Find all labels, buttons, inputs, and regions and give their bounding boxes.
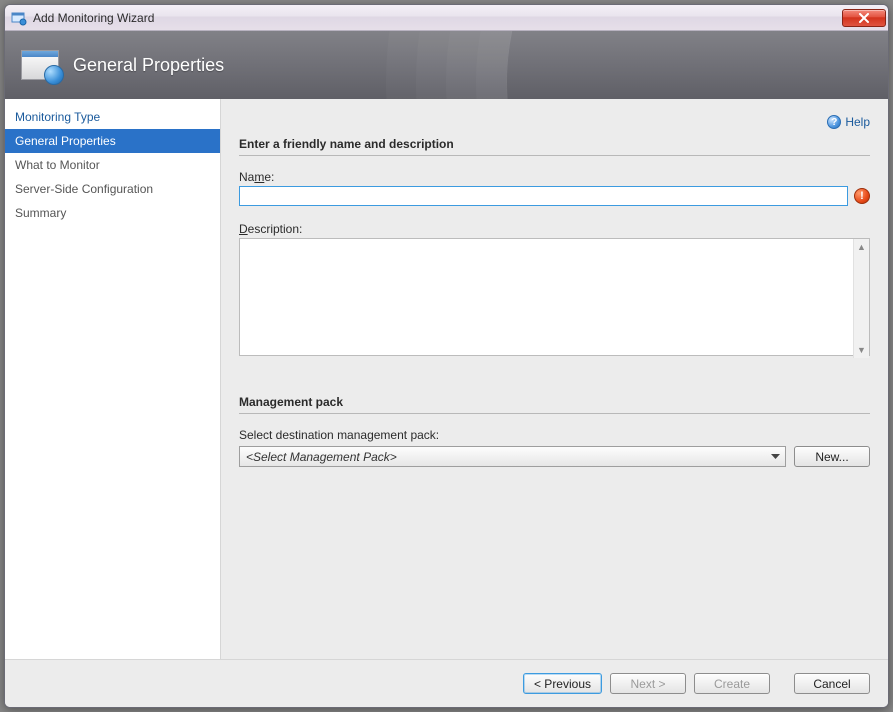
new-mp-button-label: New... <box>815 450 848 464</box>
create-button-label: Create <box>714 677 750 691</box>
sidebar-item-monitoring-type[interactable]: Monitoring Type <box>5 105 220 129</box>
previous-button[interactable]: < Previous <box>523 673 602 694</box>
section-header-mp: Management pack <box>239 395 870 414</box>
footer: < Previous Next > Create Cancel <box>5 659 888 707</box>
sidebar-item-what-to-monitor[interactable]: What to Monitor <box>5 153 220 177</box>
sidebar-item-summary[interactable]: Summary <box>5 201 220 225</box>
wizard-window: Add Monitoring Wizard General Properties… <box>4 4 889 708</box>
banner-title: General Properties <box>73 55 224 76</box>
mp-combobox[interactable]: <Select Management Pack> <box>239 446 786 467</box>
name-row: ! <box>239 186 870 206</box>
create-button[interactable]: Create <box>694 673 770 694</box>
name-label: Name: <box>239 170 870 184</box>
app-icon <box>11 10 27 26</box>
mp-combobox-text: <Select Management Pack> <box>246 450 766 464</box>
banner: General Properties <box>5 31 888 99</box>
section-header-friendly: Enter a friendly name and description <box>239 137 870 156</box>
sidebar: Monitoring Type General Properties What … <box>5 99 221 659</box>
sidebar-item-general-properties[interactable]: General Properties <box>5 129 220 153</box>
mp-row: <Select Management Pack> New... <box>239 446 870 467</box>
help-icon: ? <box>827 115 841 129</box>
scroll-up-icon: ▲ <box>854 239 869 255</box>
validation-error-icon: ! <box>854 188 870 204</box>
wizard-body: Monitoring Type General Properties What … <box>5 99 888 659</box>
name-input[interactable] <box>239 186 848 206</box>
description-label: Description: <box>239 222 870 236</box>
banner-icon <box>21 50 59 80</box>
titlebar: Add Monitoring Wizard <box>5 5 888 31</box>
sidebar-item-server-side-configuration[interactable]: Server-Side Configuration <box>5 177 220 201</box>
window-title: Add Monitoring Wizard <box>33 11 842 25</box>
previous-button-label: < Previous <box>534 677 591 691</box>
content-panel: ? Help Enter a friendly name and descrip… <box>221 99 888 659</box>
cancel-button[interactable]: Cancel <box>794 673 870 694</box>
next-button[interactable]: Next > <box>610 673 686 694</box>
scrollbar[interactable]: ▲ ▼ <box>853 239 869 358</box>
mp-select-label: Select destination management pack: <box>239 428 870 442</box>
chevron-down-icon <box>766 447 783 466</box>
scroll-down-icon: ▼ <box>854 342 869 358</box>
description-wrap: ▲ ▼ <box>239 238 870 359</box>
help-link[interactable]: ? Help <box>239 113 870 131</box>
new-mp-button[interactable]: New... <box>794 446 870 467</box>
description-textarea[interactable] <box>239 238 870 356</box>
cancel-button-label: Cancel <box>813 677 850 691</box>
close-button[interactable] <box>842 9 886 27</box>
next-button-label: Next > <box>630 677 665 691</box>
help-label: Help <box>845 115 870 129</box>
